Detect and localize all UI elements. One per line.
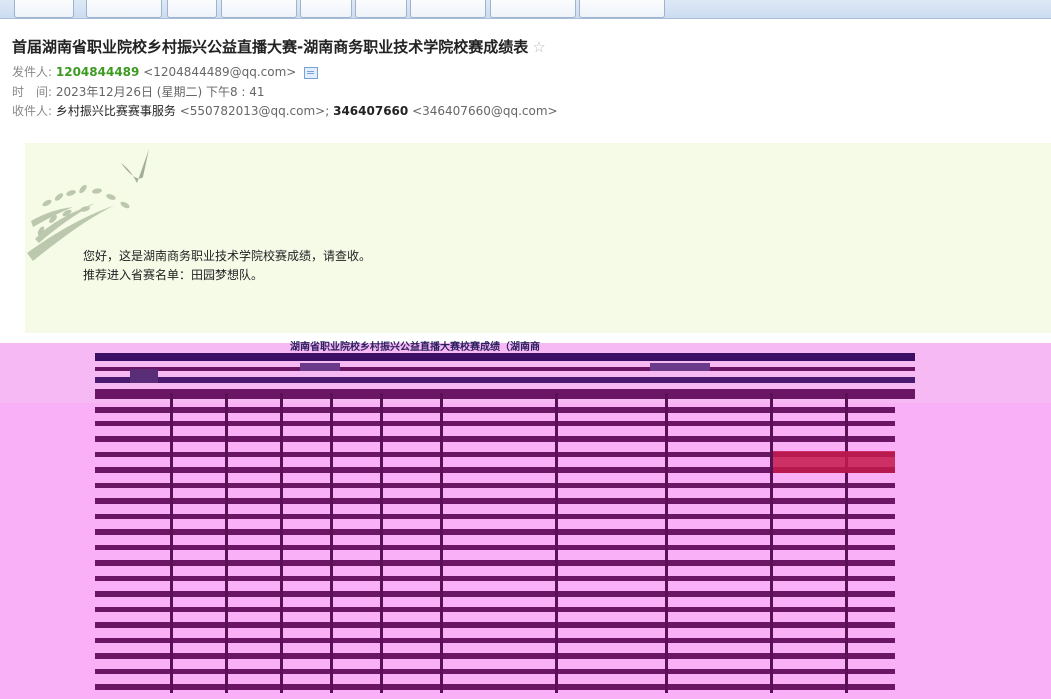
to-row: 收件人: 乡村振兴比赛赛事服务 <550782013@qq.com>; 3464…	[12, 102, 558, 119]
toolbar-button-2[interactable]	[86, 0, 162, 18]
contact-card-icon[interactable]	[304, 66, 319, 79]
recipient-2-address: <346407660@qq.com>	[412, 104, 558, 118]
message-text: 您好，这是湖南商务职业技术学院校赛成绩，请查收。 推荐进入省赛名单：田园梦想队。	[83, 247, 371, 285]
sender-address: <1204844489@qq.com>	[143, 65, 297, 79]
toolbar-button-5[interactable]	[300, 0, 352, 18]
corrupted-table-graphic	[0, 333, 1051, 699]
score-sheet-image: 湖南省职业院校乡村振兴公益直播大赛校赛成绩（湖南商	[0, 333, 1051, 699]
sender-name[interactable]: 1204844489	[56, 65, 140, 79]
recipient-1-name[interactable]: 乡村振兴比赛赛事服务	[56, 104, 176, 118]
toolbar-button-4[interactable]	[221, 0, 297, 18]
recipient-2-name[interactable]: 346407660	[333, 104, 408, 118]
time-row: 时 间: 2023年12月26日 (星期二) 下午8 : 41	[12, 83, 265, 100]
toolbar-button-6[interactable]	[355, 0, 407, 18]
message-line-2: 推荐进入省赛名单：田园梦想队。	[83, 268, 264, 282]
toolbar-button-3[interactable]	[167, 0, 217, 18]
time-value: 2023年12月26日 (星期二) 下午8 : 41	[55, 85, 265, 99]
recipient-1-address: <550782013@qq.com>;	[179, 104, 330, 118]
toolbar-button-1[interactable]	[14, 0, 74, 18]
mail-toolbar	[0, 0, 1051, 19]
to-label: 收件人:	[12, 104, 53, 118]
sheet-title: 湖南省职业院校乡村振兴公益直播大赛校赛成绩（湖南商	[290, 342, 540, 353]
subject-text: 首届湖南省职业院校乡村振兴公益直播大赛-湖南商务职业技术学院校赛成绩表	[12, 38, 529, 56]
from-row: 发件人: 1204844489 <1204844489@qq.com>	[12, 63, 319, 80]
time-label: 时 间:	[12, 85, 53, 99]
toolbar-button-8[interactable]	[490, 0, 576, 18]
star-icon[interactable]: ☆	[532, 38, 545, 56]
toolbar-button-9[interactable]	[579, 0, 665, 18]
toolbar-button-7[interactable]	[410, 0, 486, 18]
mail-subject: 首届湖南省职业院校乡村振兴公益直播大赛-湖南商务职业技术学院校赛成绩表 ☆	[12, 36, 546, 57]
message-line-1: 您好，这是湖南商务职业技术学院校赛成绩，请查收。	[83, 249, 372, 263]
from-label: 发件人:	[12, 65, 53, 79]
